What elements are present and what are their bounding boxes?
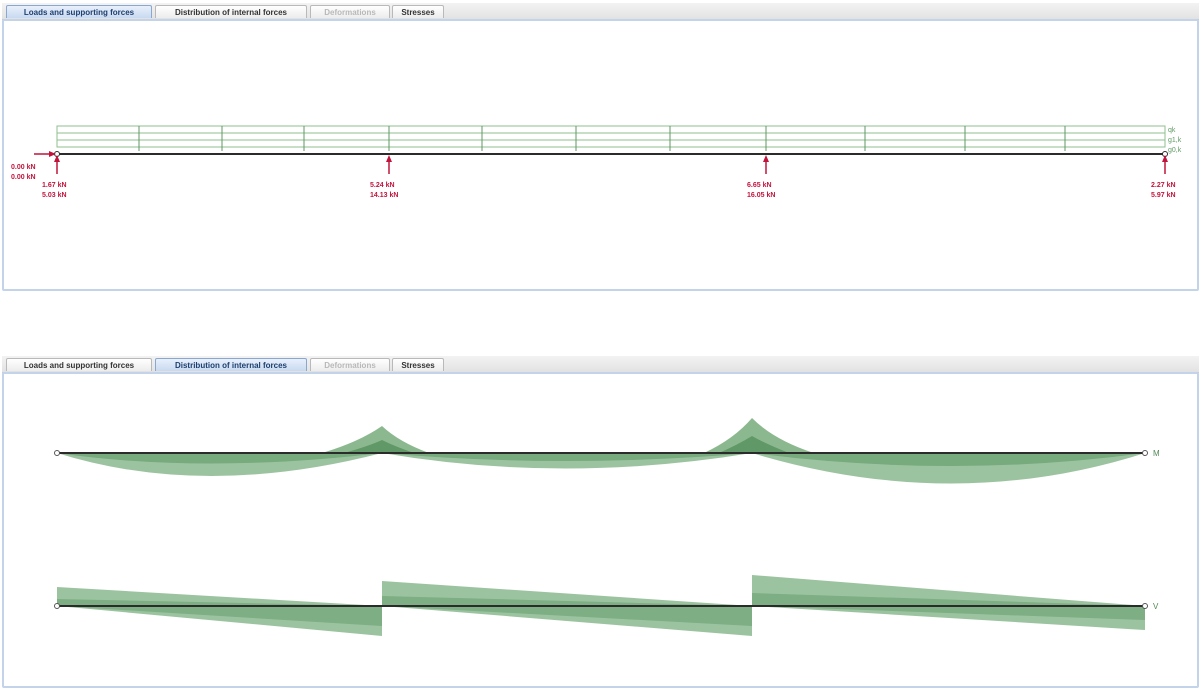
- support-3-reaction: 6.65 kN: [747, 182, 772, 189]
- support-reaction-arrows: [54, 155, 1168, 174]
- tab-deformations[interactable]: Deformations: [310, 358, 390, 371]
- support-2-reaction-2: 14.13 kN: [370, 192, 398, 199]
- load-label-g0k: g0,k: [1168, 147, 1182, 154]
- loads-view: qk g1,k g0,k 0.00 kN 0.00 kN 1.67 kN 5.0…: [2, 19, 1199, 291]
- load-band-g0k: [56, 139, 1166, 148]
- support-2-reaction: 5.24 kN: [370, 182, 395, 189]
- horizontal-reaction-value: 0.00 kN: [11, 164, 36, 171]
- tab-loads-and-supporting-forces[interactable]: Loads and supporting forces: [6, 358, 152, 371]
- internal-forces-view: M V: [2, 372, 1199, 688]
- loads-panel: Loads and supporting forces Distribution…: [2, 3, 1199, 291]
- load-band-g1k: [56, 132, 1166, 141]
- moment-label: M: [1153, 449, 1160, 458]
- support-4-reaction-2: 5.97 kN: [1151, 192, 1176, 199]
- moment-diagram: M: [54, 418, 1160, 484]
- tab-loads-and-supporting-forces[interactable]: Loads and supporting forces: [6, 5, 152, 18]
- tab-bar: Loads and supporting forces Distribution…: [2, 356, 1199, 373]
- internal-forces-diagram: M V: [54, 418, 1160, 636]
- loads-diagram: qk g1,k g0,k 0.00 kN 0.00 kN 1.67 kN 5.0…: [11, 125, 1182, 199]
- support-3-reaction-2: 16.05 kN: [747, 192, 775, 199]
- load-bands: [56, 125, 1166, 148]
- beam-end-node: [1142, 603, 1148, 609]
- horizontal-reaction-arrow: [34, 151, 56, 157]
- support-1-reaction: 1.67 kN: [42, 182, 67, 189]
- shear-diagram: V: [54, 575, 1159, 636]
- beam-end-node: [54, 603, 60, 609]
- internal-forces-panel: Loads and supporting forces Distribution…: [2, 356, 1199, 688]
- tab-distribution-of-internal-forces[interactable]: Distribution of internal forces: [155, 5, 307, 18]
- tab-stresses[interactable]: Stresses: [392, 358, 444, 371]
- support-4-reaction: 2.27 kN: [1151, 182, 1176, 189]
- tab-bar: Loads and supporting forces Distribution…: [2, 3, 1199, 20]
- beam-end-node: [54, 450, 60, 456]
- horizontal-reaction-value-2: 0.00 kN: [11, 174, 36, 181]
- beam-end-node: [1142, 450, 1148, 456]
- tab-deformations[interactable]: Deformations: [310, 5, 390, 18]
- tab-distribution-of-internal-forces[interactable]: Distribution of internal forces: [155, 358, 307, 371]
- tab-stresses[interactable]: Stresses: [392, 5, 444, 18]
- load-label-qk: qk: [1168, 127, 1176, 134]
- support-1-reaction-2: 5.03 kN: [42, 192, 67, 199]
- load-band-qk: [56, 125, 1166, 134]
- shear-label: V: [1153, 602, 1159, 611]
- load-label-g1k: g1,k: [1168, 137, 1182, 144]
